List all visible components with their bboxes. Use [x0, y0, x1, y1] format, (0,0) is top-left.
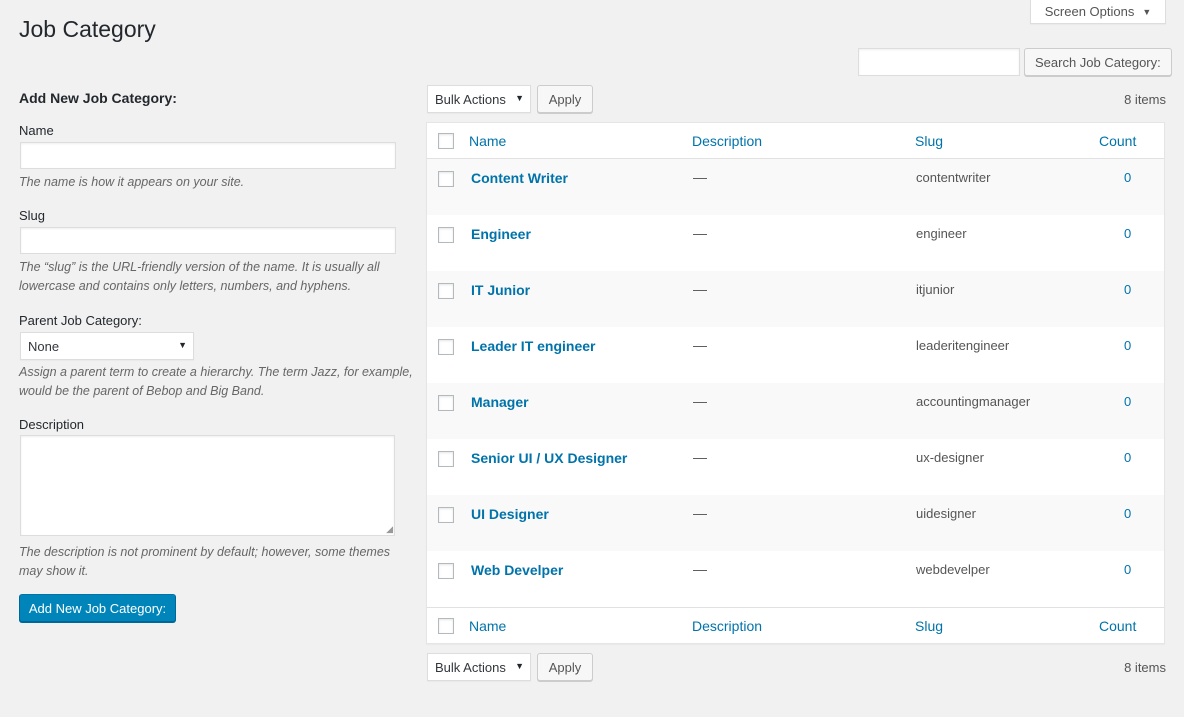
slug-hint-line-1: The “slug” is the URL-friendly version o… [19, 260, 380, 274]
column-count-header[interactable]: Count [1099, 133, 1136, 149]
column-description-header[interactable]: Description [692, 133, 762, 149]
parent-hint-line-2: would be the parent of Bebop and Big Ban… [19, 384, 265, 398]
row-count-link[interactable]: 0 [1124, 450, 1131, 465]
row-name-link[interactable]: Senior UI / UX Designer [471, 450, 627, 466]
bulk-actions-label: Bulk Actions [435, 659, 506, 675]
column-count-footer[interactable]: Count [1099, 618, 1136, 634]
bulk-actions-label: Bulk Actions [435, 91, 506, 107]
slug-field[interactable] [20, 227, 396, 254]
row-name-link[interactable]: IT Junior [471, 282, 530, 298]
description-hint-line-2: may show it. [19, 564, 89, 578]
row-count-link[interactable]: 0 [1124, 226, 1131, 241]
form-heading: Add New Job Category: [19, 90, 177, 106]
row-slug: uidesigner [916, 506, 976, 521]
table-footer: Name Description Slug Count [427, 607, 1164, 643]
slug-label: Slug [19, 208, 46, 223]
row-slug: ux-designer [916, 450, 984, 465]
row-slug: itjunior [916, 282, 955, 297]
table-row: Engineer — engineer 0 [427, 215, 1164, 271]
row-name-link[interactable]: Engineer [471, 226, 531, 242]
row-name-link[interactable]: Web Develper [471, 562, 563, 578]
table-row: Leader IT engineer — leaderitengineer 0 [427, 327, 1164, 383]
name-field[interactable] [20, 142, 396, 169]
select-all-checkbox-footer[interactable] [438, 618, 454, 634]
row-count-link[interactable]: 0 [1124, 170, 1131, 185]
row-description: — [693, 281, 707, 297]
row-checkbox[interactable] [438, 451, 454, 467]
caret-down-icon: ▼ [515, 93, 524, 103]
row-description: — [693, 393, 707, 409]
row-count-link[interactable]: 0 [1124, 562, 1131, 577]
row-description: — [693, 449, 707, 465]
name-hint: The name is how it appears on your site. [19, 175, 245, 189]
row-name-link[interactable]: Content Writer [471, 170, 568, 186]
row-description: — [693, 561, 707, 577]
row-name-link[interactable]: Leader IT engineer [471, 338, 595, 354]
row-checkbox[interactable] [438, 507, 454, 523]
bulk-actions-select-top[interactable]: Bulk Actions ▼ [427, 85, 531, 113]
parent-select[interactable]: None ▼ [20, 332, 194, 360]
categories-table: Name Description Slug Count Content Writ… [426, 122, 1165, 644]
row-description: — [693, 225, 707, 241]
page-title: Job Category [19, 16, 156, 42]
search-button[interactable]: Search Job Category: [1024, 48, 1172, 76]
row-checkbox[interactable] [438, 171, 454, 187]
caret-down-icon: ▼ [178, 340, 187, 350]
screen-options-button[interactable]: Screen Options ▼ [1030, 0, 1166, 24]
parent-label: Parent Job Category: [19, 313, 142, 328]
caret-down-icon: ▼ [515, 661, 524, 671]
table-row: UI Designer — uidesigner 0 [427, 495, 1164, 551]
row-slug: engineer [916, 226, 967, 241]
parent-hint-line-1: Assign a parent term to create a hierarc… [19, 365, 413, 379]
column-name-footer[interactable]: Name [469, 618, 506, 634]
row-checkbox[interactable] [438, 395, 454, 411]
row-checkbox[interactable] [438, 339, 454, 355]
row-checkbox[interactable] [438, 283, 454, 299]
caret-down-icon: ▼ [1142, 6, 1152, 17]
items-count-bottom: 8 items [1124, 660, 1166, 675]
items-count-top: 8 items [1124, 92, 1166, 107]
search-input[interactable] [858, 48, 1020, 76]
column-description-footer[interactable]: Description [692, 618, 762, 634]
table-row: Web Develper — webdevelper 0 [427, 551, 1164, 607]
table-row: Manager — accountingmanager 0 [427, 383, 1164, 439]
name-label: Name [19, 123, 54, 138]
row-slug: webdevelper [916, 562, 990, 577]
column-slug-header[interactable]: Slug [915, 133, 943, 149]
row-count-link[interactable]: 0 [1124, 338, 1131, 353]
slug-hint-line-2: lowercase and contains only letters, num… [19, 279, 352, 293]
row-count-link[interactable]: 0 [1124, 394, 1131, 409]
table-row: Content Writer — contentwriter 0 [427, 159, 1164, 215]
screen-options-label: Screen Options [1044, 4, 1135, 19]
table-row: IT Junior — itjunior 0 [427, 271, 1164, 327]
select-all-checkbox[interactable] [438, 133, 454, 149]
row-description: — [693, 337, 707, 353]
row-count-link[interactable]: 0 [1124, 282, 1131, 297]
row-count-link[interactable]: 0 [1124, 506, 1131, 521]
resize-handle-icon[interactable]: ◢ [386, 525, 393, 534]
column-name-header[interactable]: Name [469, 133, 506, 149]
description-label: Description [19, 417, 85, 432]
row-name-link[interactable]: Manager [471, 394, 529, 410]
row-description: — [693, 505, 707, 521]
table-row: Senior UI / UX Designer — ux-designer 0 [427, 439, 1164, 495]
bulk-actions-select-bottom[interactable]: Bulk Actions ▼ [427, 653, 531, 681]
add-category-button[interactable]: Add New Job Category: [19, 594, 176, 622]
row-name-link[interactable]: UI Designer [471, 506, 549, 522]
description-field[interactable]: ◢ [20, 435, 395, 536]
parent-selected-value: None [28, 338, 60, 354]
row-checkbox[interactable] [438, 227, 454, 243]
apply-button-bottom[interactable]: Apply [537, 653, 593, 681]
search-box: Search Job Category: [858, 48, 1172, 76]
apply-button-top[interactable]: Apply [537, 85, 593, 113]
row-slug: leaderitengineer [916, 338, 1010, 353]
table-header: Name Description Slug Count [427, 123, 1164, 159]
row-slug: contentwriter [916, 170, 991, 185]
row-slug: accountingmanager [916, 394, 1031, 409]
row-description: — [693, 169, 707, 185]
column-slug-footer[interactable]: Slug [915, 618, 943, 634]
description-hint-line-1: The description is not prominent by defa… [19, 545, 391, 559]
row-checkbox[interactable] [438, 563, 454, 579]
